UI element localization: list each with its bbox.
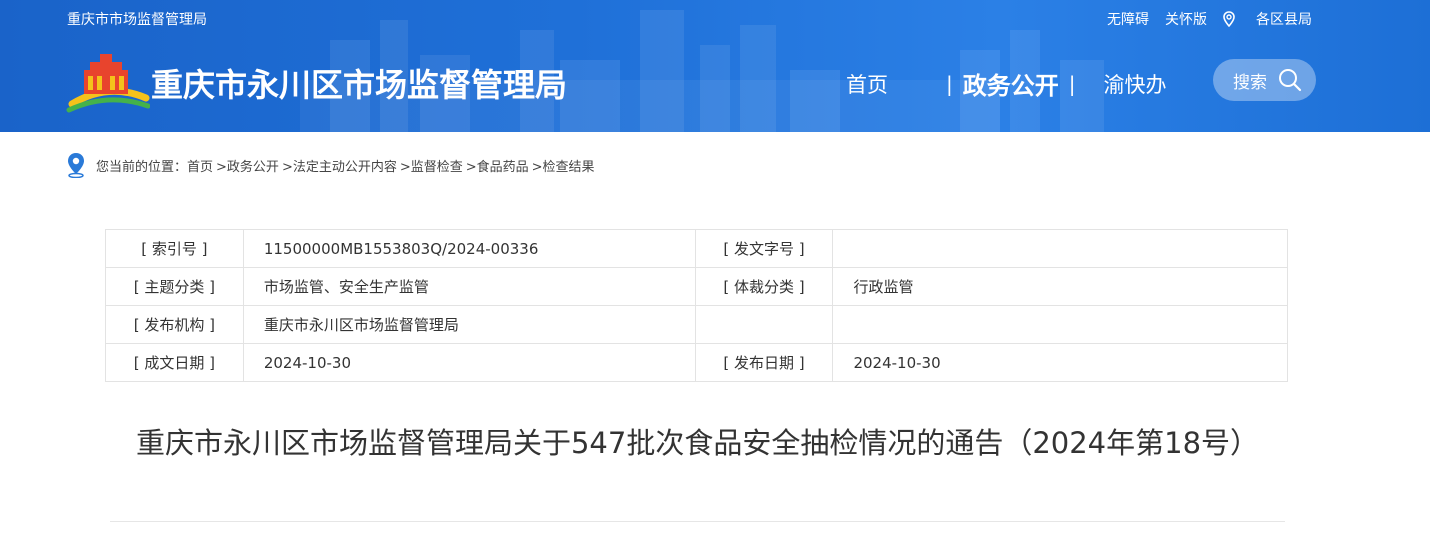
article-title: 重庆市永川区市场监督管理局关于547批次食品安全抽检情况的通告（2024年第18…	[135, 426, 1260, 460]
districts-label: 各区县局	[1256, 12, 1312, 28]
nav-open-government[interactable]: 政务公开	[963, 66, 1059, 101]
site-title[interactable]: 重庆市永川区市场监督管理局	[151, 60, 567, 106]
search-button[interactable]: 搜索	[1213, 59, 1316, 101]
genre-value: 行政监管	[832, 267, 1288, 306]
search-icon	[1279, 69, 1302, 92]
publisher-label: [ 发布机构 ]	[105, 305, 244, 344]
doc-number-value	[832, 229, 1288, 268]
genre-label: [ 体裁分类 ]	[694, 267, 834, 306]
parent-org-link[interactable]: 重庆市市场监督管理局	[67, 9, 207, 29]
nav-yukuaiban[interactable]: 渝快办	[1104, 69, 1167, 99]
map-pin-icon	[1223, 11, 1235, 27]
title-divider	[110, 521, 1285, 522]
empty-value	[832, 305, 1288, 344]
publish-date-label: [ 发布日期 ]	[694, 343, 834, 382]
site-header: 重庆市市场监督管理局 无障碍 关怀版 各区县局 重庆市永川区市场监督管理局 首页…	[0, 0, 1430, 132]
topic-value: 市场监管、安全生产监管	[242, 267, 696, 306]
breadcrumb-food-drug[interactable]: >食品药品	[466, 156, 529, 175]
districts-link[interactable]: 各区县局	[1223, 9, 1312, 29]
written-date-label: [ 成文日期 ]	[105, 343, 244, 382]
table-row: [ 成文日期 ] 2024-10-30 [ 发布日期 ] 2024-10-30	[105, 343, 1288, 382]
breadcrumb-prefix: 您当前的位置：	[96, 159, 188, 175]
table-row: [ 发布机构 ] 重庆市永川区市场监督管理局	[105, 305, 1288, 344]
index-number-value: 11500000MB1553803Q/2024-00336	[242, 229, 696, 268]
document-metadata-table: [ 索引号 ] 11500000MB1553803Q/2024-00336 [ …	[105, 229, 1288, 382]
publish-date-value: 2024-10-30	[832, 343, 1288, 382]
accessibility-link[interactable]: 无障碍	[1107, 9, 1149, 29]
nav-separator: |	[946, 71, 953, 96]
breadcrumb-home[interactable]: 首页	[187, 156, 213, 175]
nav-home[interactable]: 首页	[846, 69, 888, 99]
index-number-label: [ 索引号 ]	[105, 229, 244, 268]
breadcrumb-results[interactable]: >检查结果	[532, 156, 595, 175]
table-row: [ 索引号 ] 11500000MB1553803Q/2024-00336 [ …	[105, 229, 1288, 268]
top-links: 无障碍 关怀版 各区县局	[1091, 9, 1312, 29]
breadcrumb-open-government[interactable]: >政务公开	[216, 156, 279, 175]
publisher-value: 重庆市永川区市场监督管理局	[242, 305, 696, 344]
table-row: [ 主题分类 ] 市场监管、安全生产监管 [ 体裁分类 ] 行政监管	[105, 267, 1288, 306]
nav-separator: |	[1068, 71, 1076, 96]
location-icon	[68, 153, 84, 178]
main-nav: 首页 | 政务公开 | 渝快办	[846, 66, 1167, 101]
written-date-value: 2024-10-30	[242, 343, 696, 382]
care-mode-link[interactable]: 关怀版	[1165, 9, 1207, 29]
government-logo-icon[interactable]	[66, 52, 150, 114]
topic-label: [ 主题分类 ]	[105, 267, 244, 306]
doc-number-label: [ 发文字号 ]	[694, 229, 834, 268]
breadcrumb-supervision[interactable]: >监督检查	[400, 156, 463, 175]
empty-label	[694, 305, 834, 344]
breadcrumb-statutory-content[interactable]: >法定主动公开内容	[282, 156, 397, 175]
breadcrumb: 您当前的位置： 首页 >政务公开 >法定主动公开内容 >监督检查 >食品药品 >…	[66, 152, 595, 178]
search-label: 搜索	[1233, 72, 1267, 93]
